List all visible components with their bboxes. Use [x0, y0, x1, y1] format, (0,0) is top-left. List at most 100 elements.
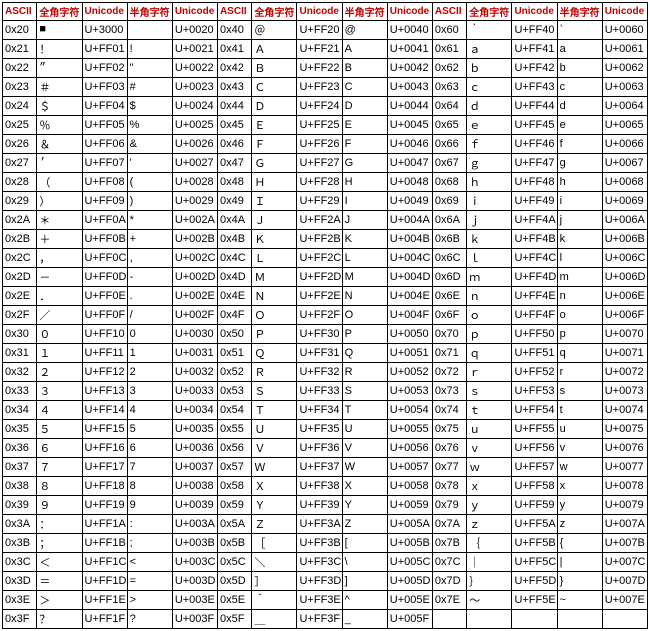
cell: ＿ [252, 610, 297, 629]
cell: U+0049 [387, 192, 432, 211]
cell: U+FF2C [297, 249, 342, 268]
cell: ４ [37, 401, 82, 420]
cell: 0x3D [3, 572, 37, 591]
cell: U+0025 [172, 116, 217, 135]
cell: Ｃ [252, 78, 297, 97]
cell: L [342, 249, 387, 268]
cell: U+FF44 [512, 97, 557, 116]
cell: Ｔ [252, 401, 297, 420]
cell: U+FF47 [512, 154, 557, 173]
cell: S [342, 382, 387, 401]
table-row: 0x31１U+FF111U+00310x51ＱU+FF31QU+00510x71… [3, 344, 648, 363]
cell: U+004B [387, 230, 432, 249]
cell: U+0074 [602, 401, 647, 420]
cell: U+FF58 [512, 477, 557, 496]
cell: # [127, 78, 172, 97]
cell: U+0078 [602, 477, 647, 496]
cell: P [342, 325, 387, 344]
cell: ＾ [252, 591, 297, 610]
cell: ＜ [37, 553, 82, 572]
cell: 1 [127, 344, 172, 363]
cell: ｍ [467, 268, 512, 287]
cell: E [342, 116, 387, 135]
cell: １ [37, 344, 82, 363]
cell: U+FF19 [82, 496, 127, 515]
cell: ｊ [467, 211, 512, 230]
cell: 5 [127, 420, 172, 439]
cell: 0x2D [3, 268, 37, 287]
table-row: 0x28（U+FF08(U+00280x48ＨU+FF28HU+00480x68… [3, 173, 648, 192]
table-row: 0x34４U+FF144U+00340x54ＴU+FF34TU+00540x74… [3, 401, 648, 420]
cell: 0x72 [432, 363, 466, 382]
cell: U+0023 [172, 78, 217, 97]
cell: U+0070 [602, 325, 647, 344]
cell: ％ [37, 116, 82, 135]
cell: U+006B [602, 230, 647, 249]
cell: ， [37, 249, 82, 268]
cell: U+004A [387, 211, 432, 230]
cell: 0x52 [217, 363, 251, 382]
cell: 0x20 [3, 21, 37, 40]
table-row: 0x38８U+FF188U+00380x58ＸU+FF38XU+00580x78… [3, 477, 648, 496]
cell: B [342, 59, 387, 78]
cell: U+0028 [172, 173, 217, 192]
cell: Ｂ [252, 59, 297, 78]
table-row: 0x3C＜U+FF1C<U+003C0x5C＼U+FF3C\U+005C0x7C… [3, 553, 648, 572]
cell: 0x3E [3, 591, 37, 610]
h-ascii: ASCII [217, 3, 251, 21]
cell: U+FF14 [82, 401, 127, 420]
cell: U+FF30 [297, 325, 342, 344]
cell: U+005D [387, 572, 432, 591]
table-row: 0x37７U+FF177U+00370x57ＷU+FF37WU+00570x77… [3, 458, 648, 477]
cell: U+FF52 [512, 363, 557, 382]
cell: 0x41 [217, 40, 251, 59]
cell: U+FF4C [512, 249, 557, 268]
cell: ? [127, 610, 172, 629]
cell: U+0045 [387, 116, 432, 135]
cell: U+0033 [172, 382, 217, 401]
cell: 0x38 [3, 477, 37, 496]
h-uni1: Unicode [297, 3, 342, 21]
cell: 0x35 [3, 420, 37, 439]
cell: ｝ [467, 572, 512, 591]
cell: ｛ [467, 534, 512, 553]
cell: 0x3F [3, 610, 37, 629]
cell: 0x2F [3, 306, 37, 325]
cell: U+0053 [387, 382, 432, 401]
table-row: 0x30０U+FF100U+00300x50ＰU+FF30PU+00500x70… [3, 325, 648, 344]
cell: U+0061 [602, 40, 647, 59]
cell: = [127, 572, 172, 591]
cell: U+FF49 [512, 192, 557, 211]
cell: U+FF3D [297, 572, 342, 591]
cell: U+FF04 [82, 97, 127, 116]
cell: U+005C [387, 553, 432, 572]
cell: U+005E [387, 591, 432, 610]
cell: / [127, 306, 172, 325]
h-uni2: Unicode [387, 3, 432, 21]
cell: U+FF5E [512, 591, 557, 610]
cell: U+FF12 [82, 363, 127, 382]
cell: U+002F [172, 306, 217, 325]
cell: U+FF45 [512, 116, 557, 135]
cell: U+004D [387, 268, 432, 287]
cell: 0x61 [432, 40, 466, 59]
cell: U+FF01 [82, 40, 127, 59]
cell: _ [342, 610, 387, 629]
cell: ( [127, 173, 172, 192]
cell: Ｘ [252, 477, 297, 496]
cell: * [127, 211, 172, 230]
cell: U+FF17 [82, 458, 127, 477]
cell: ＃ [37, 78, 82, 97]
cell: l [557, 249, 602, 268]
cell: U+007B [602, 534, 647, 553]
cell: 0x2E [3, 287, 37, 306]
cell: G [342, 154, 387, 173]
h-full: 全角字符 [252, 3, 297, 21]
cell: U+FF4E [512, 287, 557, 306]
cell: U+0064 [602, 97, 647, 116]
table-row: 0x3F？U+FF1F?U+003F0x5F＿U+FF3F_U+005F [3, 610, 648, 629]
cell: U+0039 [172, 496, 217, 515]
cell: （ [37, 173, 82, 192]
cell: U+FF2A [297, 211, 342, 230]
cell: U+0050 [387, 325, 432, 344]
